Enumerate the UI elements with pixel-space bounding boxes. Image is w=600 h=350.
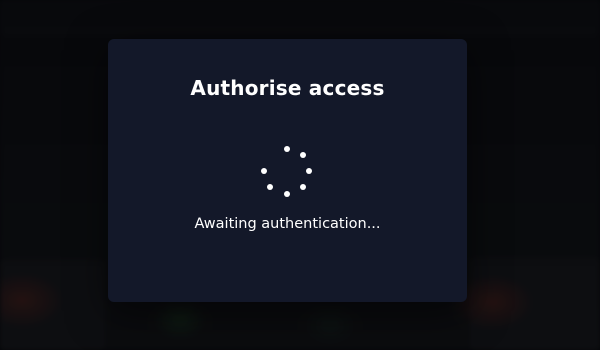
spinner-dot	[284, 146, 290, 152]
spinner-dot	[300, 184, 306, 190]
dialog-title: Authorise access	[190, 76, 385, 100]
spinner-dot	[300, 152, 306, 158]
spinner-dot	[267, 184, 273, 190]
status-text: Awaiting authentication...	[194, 216, 381, 232]
spinner-dot	[284, 191, 290, 197]
authorise-access-dialog: Authorise access Awaiting authentication…	[108, 39, 467, 302]
spinner-dot	[306, 168, 312, 174]
loading-spinner-icon	[254, 145, 320, 211]
spinner-dot	[261, 168, 267, 174]
